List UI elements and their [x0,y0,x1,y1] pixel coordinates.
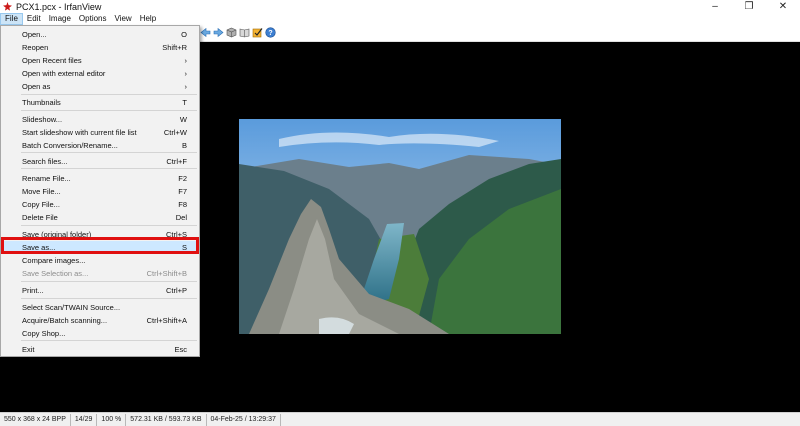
status-file-size: 572.31 KB / 593.73 KB [126,413,207,426]
status-datetime: 04-Feb-25 / 13:29:37 [207,413,281,426]
book-icon[interactable] [239,27,250,38]
window-controls: – ❐ ✕ [698,0,800,13]
chevron-right-icon: › [184,55,188,65]
menu-item-open-as[interactable]: Open as › [2,80,198,92]
chevron-right-icon: › [184,81,188,91]
menu-separator [21,298,197,299]
menu-item-delete-file[interactable]: Delete File Del [2,211,198,223]
menu-item-batch-conversion[interactable]: Batch Conversion/Rename... B [2,139,198,151]
help-icon[interactable]: ? [265,27,276,38]
menu-item-open-external-editor[interactable]: Open with external editor › [2,67,198,79]
status-zoom: 100 % [97,413,127,426]
status-file-index: 14/29 [71,413,98,426]
menu-file[interactable]: File [0,13,23,25]
menu-view[interactable]: View [111,13,136,25]
menu-separator [21,281,197,282]
menu-item-compare-images[interactable]: Compare images... [2,254,198,266]
menu-image[interactable]: Image [45,13,75,25]
menu-bar: File Edit Image Options View Help [0,13,800,25]
menu-item-move-file[interactable]: Move File... F7 [2,185,198,197]
menu-options[interactable]: Options [75,13,111,25]
window-title: PCX1.pcx - IrfanView [16,1,102,12]
minimize-button[interactable]: – [698,0,732,13]
chevron-right-icon: › [184,68,188,78]
menu-item-search-files[interactable]: Search files... Ctrl+F [2,155,198,167]
menu-item-exit[interactable]: Exit Esc [2,343,198,355]
prev-arrow-icon[interactable] [200,27,211,38]
menu-separator [21,168,197,169]
maximize-button[interactable]: ❐ [732,0,766,13]
menu-edit[interactable]: Edit [23,13,45,25]
status-dimensions: 550 x 368 x 24 BPP [0,413,71,426]
menu-item-start-slideshow[interactable]: Start slideshow with current file list Ct… [2,126,198,138]
svg-text:?: ? [268,30,272,37]
landscape-photo [239,119,561,334]
menu-separator [21,94,197,95]
menu-item-open-recent[interactable]: Open Recent files › [2,54,198,66]
menu-separator [21,225,197,226]
menu-item-acquire-batch[interactable]: Acquire/Batch scanning... Ctrl+Shift+A [2,314,198,326]
menu-item-slideshow[interactable]: Slideshow... W [2,113,198,125]
menu-separator [21,110,197,111]
menu-item-copy-file[interactable]: Copy File... F8 [2,198,198,210]
next-arrow-icon[interactable] [213,27,224,38]
file-menu-dropdown: Open... O Reopen Shift+R Open Recent files… [0,25,200,357]
menu-help[interactable]: Help [136,13,160,25]
title-bar: PCX1.pcx - IrfanView – ❐ ✕ [0,0,800,13]
menu-item-open[interactable]: Open... O [2,28,198,40]
save-as-highlight-box [1,237,199,254]
menu-item-print[interactable]: Print... Ctrl+P [2,284,198,296]
close-button[interactable]: ✕ [766,0,800,13]
irfanview-window: PCX1.pcx - IrfanView – ❐ ✕ File Edit Ima… [0,0,800,426]
irfanview-logo-icon [2,1,13,12]
menu-separator [21,152,197,153]
menu-item-reopen[interactable]: Reopen Shift+R [2,41,198,53]
checkbox-icon[interactable] [252,27,263,38]
menu-item-save-selection: Save Selection as... Ctrl+Shift+B [22,268,187,278]
menu-separator [21,340,197,341]
menu-item-select-scan-source[interactable]: Select Scan/TWAIN Source... [2,301,198,313]
status-bar: 550 x 368 x 24 BPP 14/29 100 % 572.31 KB… [0,412,800,426]
menu-item-rename-file[interactable]: Rename File... F2 [2,172,198,184]
menu-item-thumbnails[interactable]: Thumbnails T [2,96,198,108]
menu-item-copy-shop[interactable]: Copy Shop... [2,327,198,339]
cube-icon[interactable] [226,27,237,38]
